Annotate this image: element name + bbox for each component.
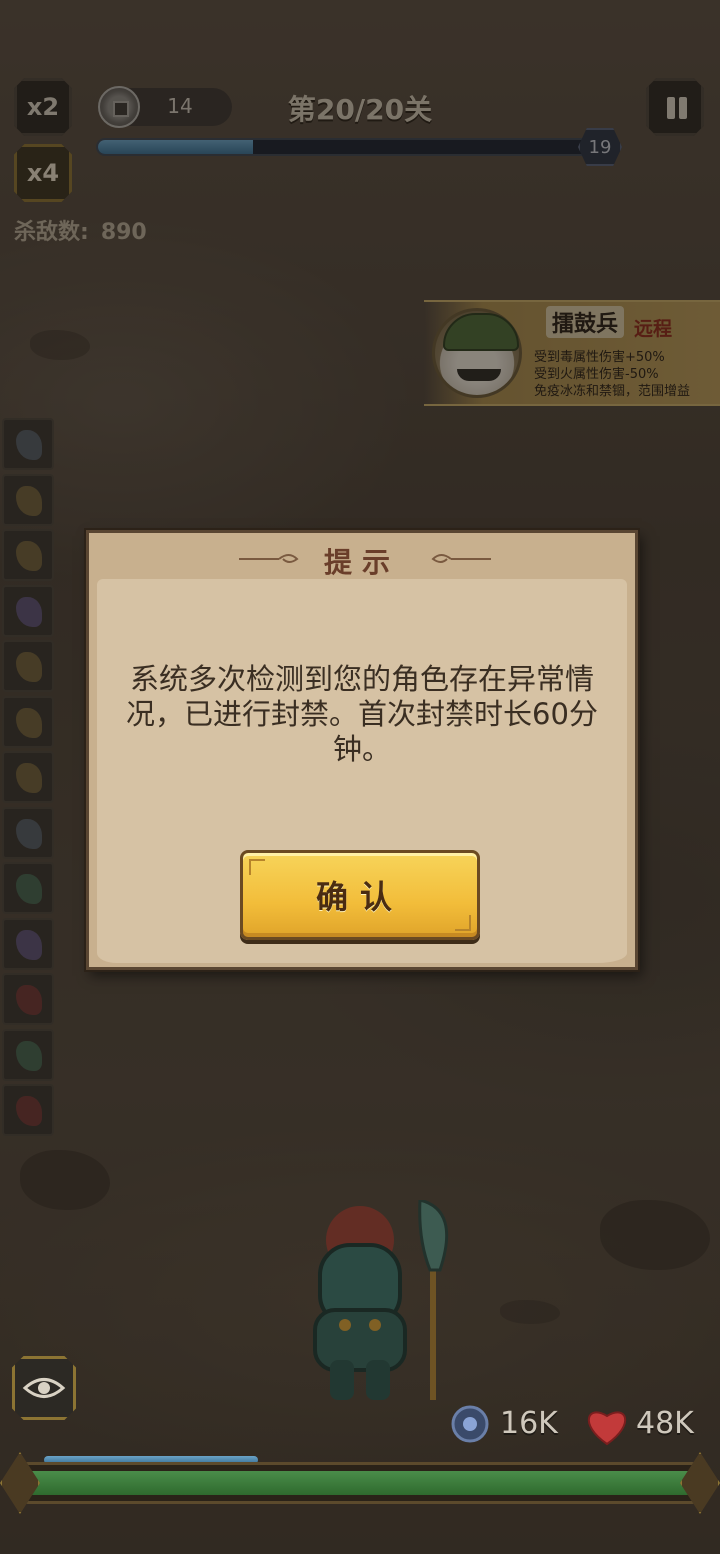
confirm-button-label: 确认 [315, 878, 404, 916]
health-bar [8, 1462, 712, 1504]
attack-value: 16K [500, 1406, 558, 1441]
heart-icon [587, 1411, 627, 1446]
health-value: 48K [636, 1406, 694, 1441]
eye-icon [22, 1378, 66, 1398]
title-ornament-right [431, 554, 491, 563]
health-bar-fill [17, 1471, 703, 1495]
view-toggle-button[interactable] [12, 1356, 76, 1420]
attack-icon [451, 1405, 489, 1443]
dialog-title: 提示 [323, 546, 400, 579]
button-corner [455, 915, 471, 931]
button-corner [249, 859, 265, 875]
confirm-button[interactable]: 确认 [240, 850, 480, 940]
dialog-message: 系统多次检测到您的角色存在异常情况，已进行封禁。首次封禁时长60分钟。 [126, 662, 598, 766]
